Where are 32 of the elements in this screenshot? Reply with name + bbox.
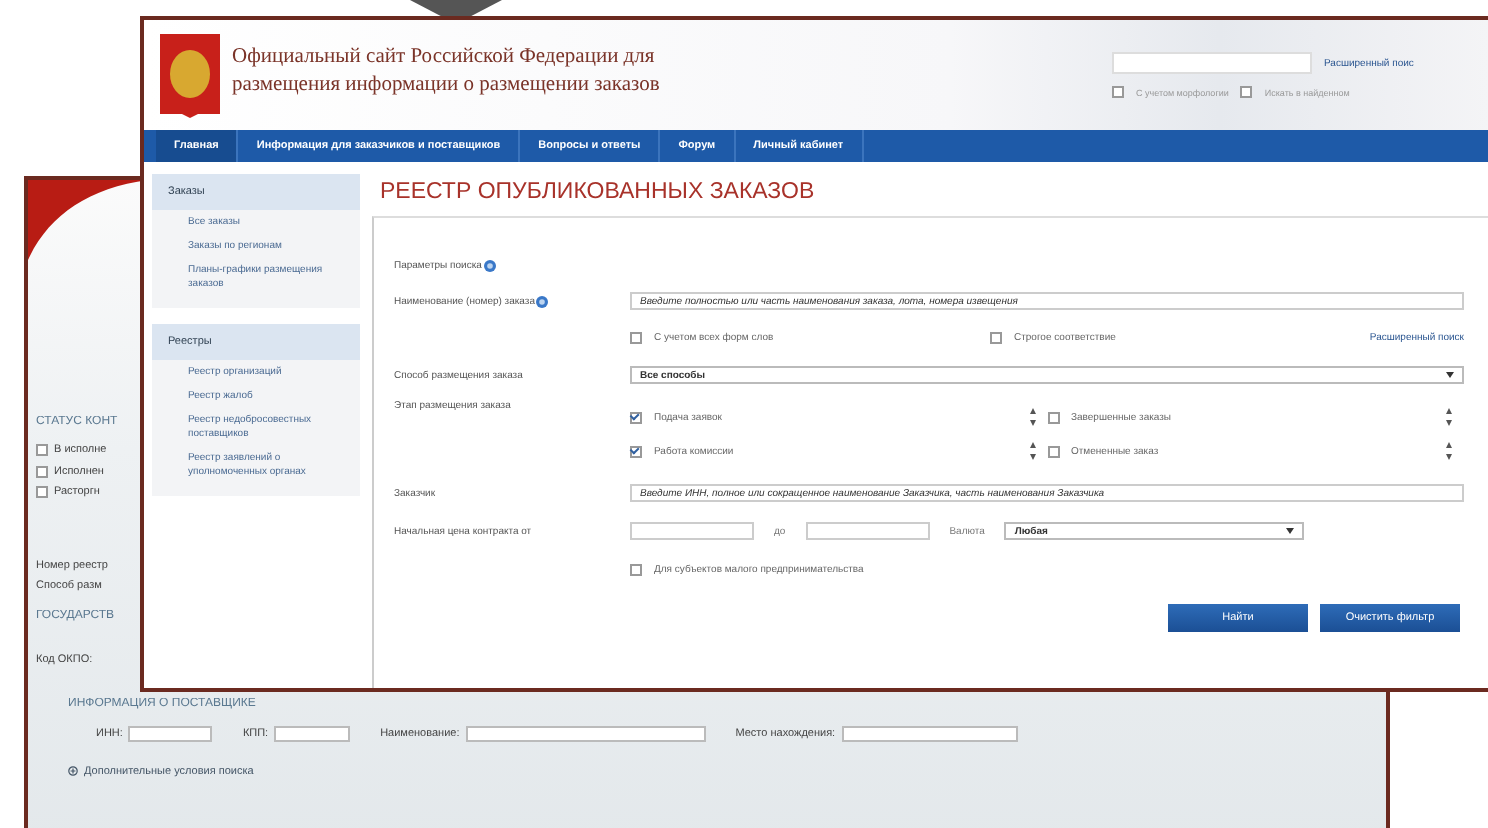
help-icon[interactable] [483, 260, 496, 272]
checkbox[interactable] [1240, 86, 1253, 98]
checkbox[interactable] [630, 563, 642, 575]
checkbox[interactable] [630, 445, 642, 457]
input-field[interactable] [841, 725, 1018, 741]
checkbox[interactable] [1047, 445, 1059, 457]
input-field[interactable] [805, 522, 930, 540]
input-field[interactable] [274, 725, 351, 741]
checkbox[interactable] [36, 444, 48, 457]
checkbox[interactable] [1047, 411, 1059, 423]
checkbox[interactable] [630, 332, 642, 344]
plus-icon[interactable] [68, 766, 78, 776]
input-field[interactable] [128, 725, 213, 741]
spinner-icon[interactable] [1446, 442, 1452, 460]
site-title: размещения информации о размещении заказов [232, 71, 660, 99]
emblem-icon [160, 33, 220, 117]
checkbox[interactable] [36, 486, 48, 499]
checkbox[interactable] [36, 465, 48, 478]
checkbox[interactable] [1112, 86, 1124, 98]
checkbox[interactable] [990, 332, 1002, 344]
spinner-icon[interactable] [1029, 408, 1035, 426]
site-title: Официальный сайт Российской Федерации для [232, 43, 657, 71]
input-field[interactable] [465, 725, 706, 741]
help-icon[interactable] [536, 295, 549, 307]
checkbox[interactable] [630, 411, 642, 423]
page-title: РЕЕСТР ОПУБЛИКОВАННЫХ ЗАКАЗОВ [378, 178, 817, 208]
spinner-icon[interactable] [1029, 442, 1035, 460]
search-field[interactable] [1112, 52, 1312, 74]
caret-icon [1286, 528, 1295, 534]
caret-icon [1446, 372, 1454, 378]
input-field[interactable] [630, 522, 754, 540]
spinner-icon[interactable] [1446, 408, 1452, 426]
